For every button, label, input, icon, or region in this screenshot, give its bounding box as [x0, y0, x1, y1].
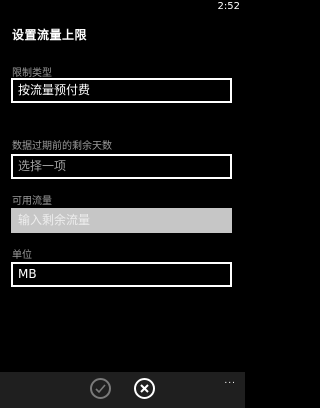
available-data-label: 可用流量	[12, 196, 52, 207]
status-clock: 2:52	[217, 1, 240, 12]
close-icon	[140, 384, 149, 393]
days-left-picker[interactable]: 选择一项	[11, 154, 232, 179]
cancel-button[interactable]	[134, 378, 155, 399]
checkmark-icon	[95, 384, 106, 394]
status-bar: 2:52	[0, 0, 245, 16]
available-data-input[interactable]: 输入剩余流量	[11, 208, 232, 233]
unit-picker[interactable]: MB	[11, 262, 232, 287]
confirm-button[interactable]	[90, 378, 111, 399]
app-bar: ...	[0, 372, 245, 408]
limit-type-label: 限制类型	[12, 68, 52, 79]
page-title: 设置流量上限	[12, 28, 88, 42]
more-options-button[interactable]: ...	[224, 376, 236, 386]
unit-label: 单位	[12, 250, 32, 261]
limit-type-picker[interactable]: 按流量预付费	[11, 78, 232, 103]
days-left-label: 数据过期前的剩余天数	[12, 141, 112, 152]
